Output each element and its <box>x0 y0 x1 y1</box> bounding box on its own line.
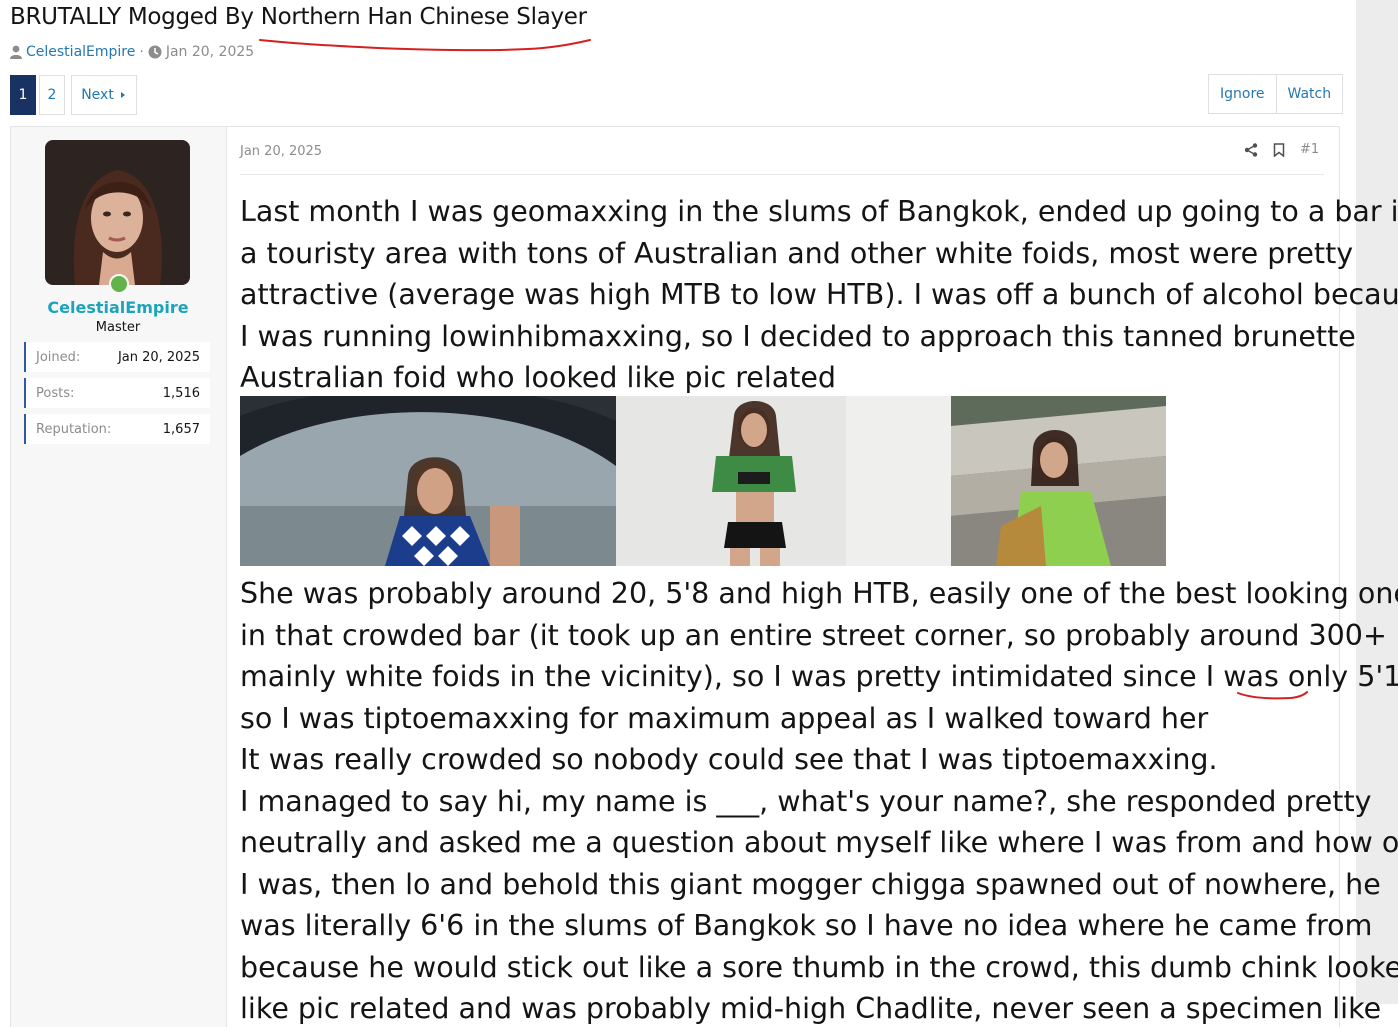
post-line: mainly white foids in the vicinity), so … <box>240 660 1398 693</box>
post-line: so I was tiptoemaxxing for maximum appea… <box>240 701 1209 735</box>
next-label: Next <box>81 87 114 103</box>
post-image-3[interactable] <box>951 396 1166 566</box>
post-line: attractive (average was high MTB to low … <box>240 278 1398 311</box>
red-underline-annotation <box>259 39 591 52</box>
post-line: She was probably around 20, 5'8 and high… <box>240 577 1398 610</box>
next-page-button[interactable]: Next <box>71 75 137 115</box>
ignore-button[interactable]: Ignore <box>1208 74 1277 114</box>
post-line: Australian foid who looked like pic rela… <box>240 361 837 394</box>
thread-title: BRUTALLY Mogged By Northern Han Chinese … <box>10 4 587 30</box>
post-line: was literally 6'6 in the slums of Bangko… <box>240 909 1373 942</box>
post-number-link[interactable]: #1 <box>1300 142 1319 157</box>
pagination: 1 2 Next <box>10 75 140 115</box>
post-paragraph-1: Last month I was geomaxxing in the slums… <box>240 191 1398 399</box>
thread-date[interactable]: Jan 20, 2025 <box>166 44 254 60</box>
stat-posts: Posts: 1,516 <box>24 378 210 408</box>
post-line: like pic related and was probably mid-hi… <box>240 992 1382 1025</box>
thread-meta: CelestialEmpire · Jan 20, 2025 <box>10 44 254 60</box>
post-line: neutrally and asked me a question about … <box>240 826 1398 859</box>
watch-button[interactable]: Watch <box>1276 74 1344 114</box>
post-line: I was, then lo and behold this giant mog… <box>240 867 1381 901</box>
stat-label: Reputation: <box>36 421 112 437</box>
red-underline-annotation <box>1237 691 1308 700</box>
post-line: It was really crowded so nobody could se… <box>240 743 1218 776</box>
stat-value: Jan 20, 2025 <box>117 349 200 365</box>
stat-joined: Joined: Jan 20, 2025 <box>24 342 210 372</box>
post-line: Last month I was geomaxxing in the slums… <box>240 195 1398 228</box>
meta-separator: · <box>139 44 144 60</box>
page-2-button[interactable]: 2 <box>39 75 65 115</box>
username-link[interactable]: CelestialEmpire <box>10 298 226 317</box>
post-line: a touristy area with tons of Australian … <box>240 236 1354 270</box>
post-header-divider <box>240 174 1324 175</box>
post-line: I managed to say hi, my name is ___, wha… <box>240 784 1372 818</box>
post-line: in that crowded bar (it took up an entir… <box>240 618 1387 652</box>
thread-author-link[interactable]: CelestialEmpire <box>26 44 135 60</box>
clock-icon <box>148 45 162 59</box>
page-1-button[interactable]: 1 <box>10 75 36 115</box>
post-line: I was running lowinhibmaxxing, so I deci… <box>240 319 1356 353</box>
post-image-2[interactable] <box>616 396 951 566</box>
caret-right-icon <box>120 92 125 98</box>
stat-label: Joined: <box>36 349 81 365</box>
post-image-1[interactable] <box>240 396 616 566</box>
stat-value: 1,657 <box>162 421 200 437</box>
thread-actions: Ignore Watch <box>1208 74 1344 114</box>
stat-label: Posts: <box>36 385 75 401</box>
post-date[interactable]: Jan 20, 2025 <box>240 144 322 159</box>
post-line: because he would stick out like a sore t… <box>240 950 1398 984</box>
user-title: Master <box>95 320 141 335</box>
online-status-dot <box>109 274 129 294</box>
avatar[interactable] <box>45 140 190 285</box>
post-image-strip <box>240 396 1166 566</box>
stat-value[interactable]: 1,516 <box>163 386 200 401</box>
post-tools: #1 <box>1244 142 1319 157</box>
user-icon <box>10 45 22 59</box>
share-icon[interactable] <box>1244 142 1258 157</box>
post-paragraph-2: She was probably around 20, 5'8 and high… <box>240 573 1398 1030</box>
bookmark-icon[interactable] <box>1273 142 1285 157</box>
stat-reputation: Reputation: 1,657 <box>24 414 210 444</box>
